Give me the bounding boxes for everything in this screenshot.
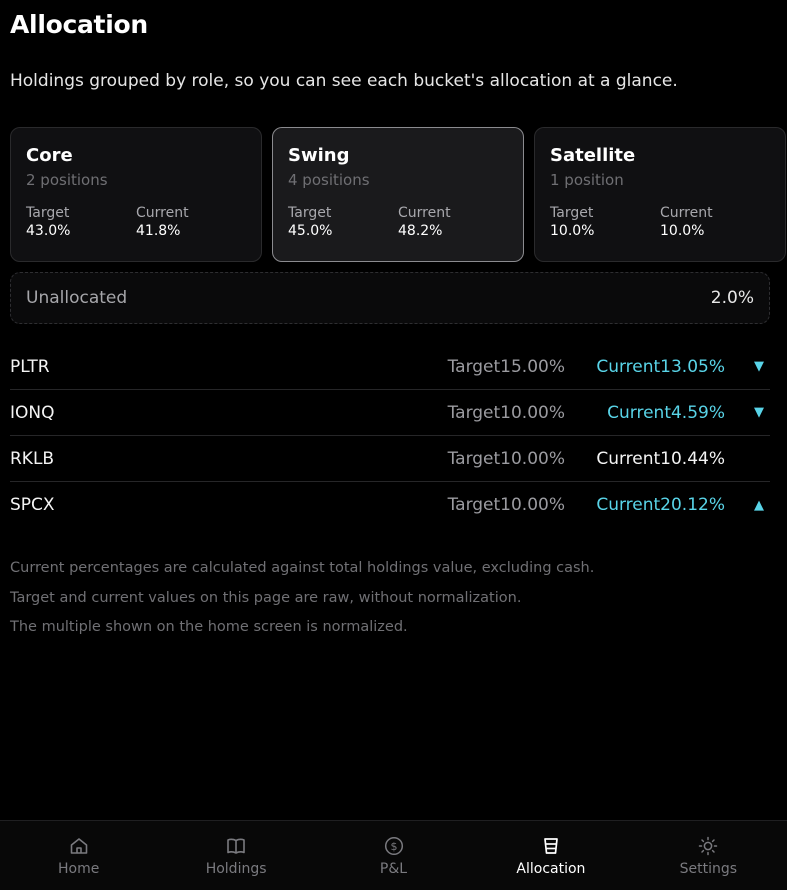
holding-row-ionq[interactable]: IONQ Target10.00% Current4.59% ▼	[10, 390, 770, 436]
down-arrow-icon: ▼	[754, 405, 764, 420]
unallocated-label: Unallocated	[26, 288, 128, 308]
current-label: Current	[660, 205, 713, 221]
nav-label: Holdings	[205, 861, 267, 877]
page-title: Allocation	[10, 10, 148, 39]
nav-label: P&L	[379, 861, 408, 877]
target-label: Target	[550, 205, 594, 221]
bucket-cards: Core 2 positions Target 43.0% Current 41…	[10, 127, 786, 262]
bottom-nav: Home Holdings $ P&L Allocation Settings	[0, 820, 787, 890]
bucket-card-swing[interactable]: Swing 4 positions Target 45.0% Current 4…	[272, 127, 524, 262]
bucket-positions: 1 position	[550, 171, 624, 189]
target-percent: Target10.00%	[447, 402, 565, 423]
book-icon	[225, 835, 247, 857]
page-subtitle: Holdings grouped by role, so you can see…	[10, 71, 678, 91]
up-arrow-icon: ▲	[754, 497, 764, 513]
nav-item-pnl[interactable]: $ P&L	[315, 821, 472, 890]
current-percent: Current20.12%	[596, 495, 725, 515]
holding-row-spcx[interactable]: SPCX Target10.00% Current20.12% ▲	[10, 482, 770, 528]
nav-label: Home	[58, 861, 100, 877]
unallocated-value: 2.0%	[710, 288, 754, 308]
target-label: Target	[26, 205, 70, 221]
bucket-current: Current 41.8%	[136, 205, 246, 239]
bucket-current: Current 10.0%	[660, 205, 770, 239]
bucket-stats: Target 10.0% Current 10.0%	[550, 205, 770, 239]
footnote: Target and current values on this page a…	[10, 589, 522, 606]
footnotes: Current percentages are calculated again…	[10, 558, 594, 647]
target-percent: Target10.00%	[447, 495, 565, 515]
current-value: 10.0%	[660, 223, 705, 239]
bucket-card-satellite[interactable]: Satellite 1 position Target 10.0% Curren…	[534, 127, 786, 262]
bucket-target: Target 45.0%	[288, 205, 398, 239]
dollar-icon: $	[383, 835, 405, 857]
nav-label: Settings	[679, 861, 738, 877]
home-icon	[68, 835, 90, 857]
footnote: Current percentages are calculated again…	[10, 560, 595, 576]
target-value: 43.0%	[26, 223, 71, 239]
current-value: 41.8%	[136, 223, 181, 239]
current-label: Current	[136, 205, 189, 221]
bucket-target: Target 43.0%	[26, 205, 136, 239]
bucket-card-core[interactable]: Core 2 positions Target 43.0% Current 41…	[10, 127, 262, 262]
bucket-stats: Target 45.0% Current 48.2%	[288, 205, 508, 239]
bucket-target: Target 10.0%	[550, 205, 660, 239]
target-value: 45.0%	[288, 223, 333, 239]
bucket-positions: 4 positions	[288, 171, 370, 189]
current-percent: Current13.05%	[596, 356, 725, 377]
ticker: RKLB	[10, 448, 55, 469]
current-percent: Current4.59%	[607, 402, 725, 423]
bucket-name: Satellite	[550, 145, 636, 166]
bucket-name: Core	[26, 145, 73, 166]
nav-item-home[interactable]: Home	[0, 821, 157, 890]
footnote: The multiple shown on the home screen is…	[10, 619, 408, 635]
nav-item-allocation[interactable]: Allocation	[472, 821, 629, 890]
bucket-positions: 2 positions	[26, 171, 108, 189]
bucket-current: Current 48.2%	[398, 205, 508, 239]
ticker: PLTR	[10, 356, 50, 377]
target-percent: Target15.00%	[447, 356, 565, 377]
nav-label: Allocation	[516, 861, 586, 877]
sun-icon	[697, 835, 719, 857]
nav-item-holdings[interactable]: Holdings	[157, 821, 314, 890]
current-label: Current	[398, 205, 451, 221]
svg-text:$: $	[390, 840, 397, 853]
current-value: 48.2%	[398, 223, 443, 239]
bucket-name: Swing	[288, 145, 350, 166]
unallocated-row: Unallocated 2.0%	[10, 272, 770, 324]
cup-icon	[540, 835, 562, 857]
nav-item-settings[interactable]: Settings	[630, 821, 787, 890]
holding-row-pltr[interactable]: PLTR Target15.00% Current13.05% ▼	[10, 344, 770, 390]
bucket-stats: Target 43.0% Current 41.8%	[26, 205, 246, 239]
target-value: 10.0%	[550, 223, 595, 239]
current-percent: Current10.44%	[596, 448, 725, 469]
ticker: SPCX	[10, 495, 55, 515]
target-percent: Target10.00%	[447, 448, 565, 469]
down-arrow-icon: ▼	[754, 359, 764, 374]
holdings-list: PLTR Target15.00% Current13.05% ▼ IONQ T…	[10, 344, 770, 528]
holding-row-rklb[interactable]: RKLB Target10.00% Current10.44%	[10, 436, 770, 482]
target-label: Target	[288, 205, 332, 221]
ticker: IONQ	[10, 402, 55, 423]
